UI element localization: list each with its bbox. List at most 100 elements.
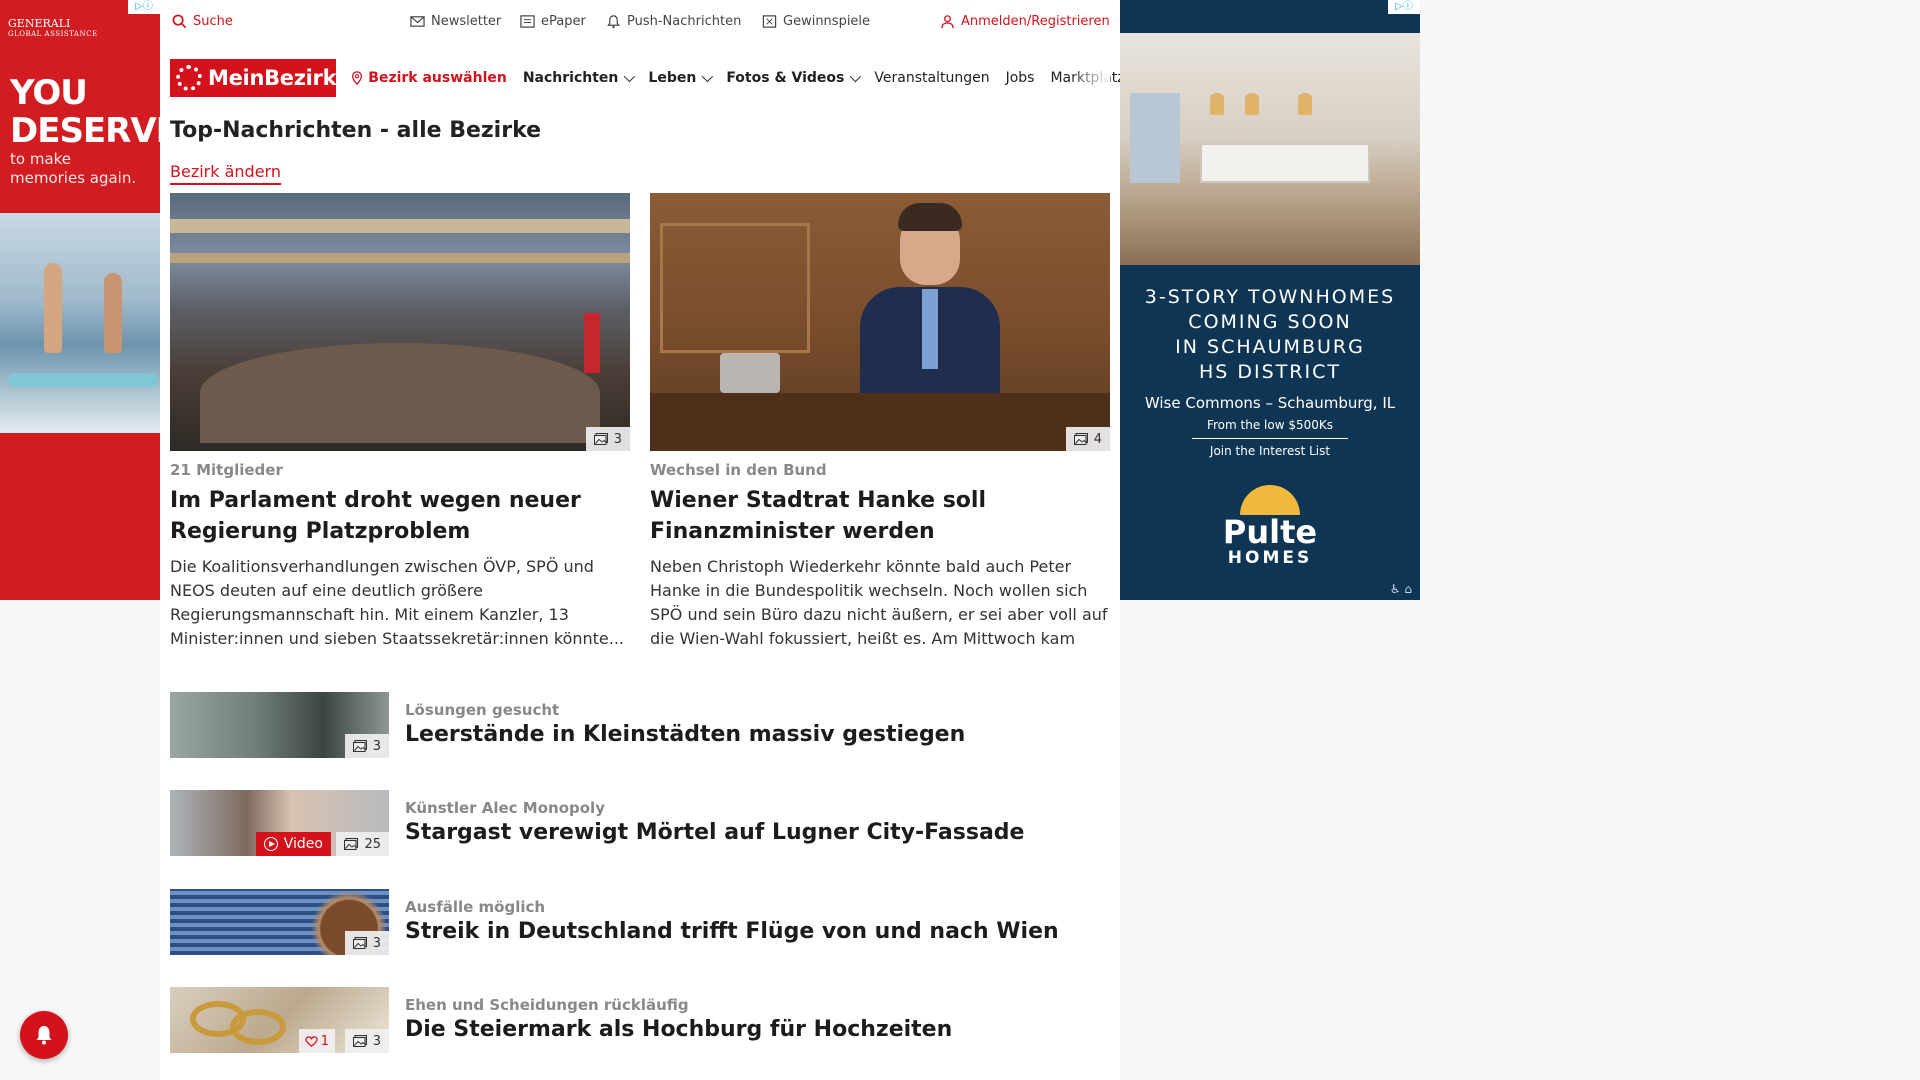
list-article[interactable]: 1 3 Ehen und Scheidungen rückläufig Die … [170, 987, 1110, 1053]
nav-jobs-label: Jobs [1005, 70, 1035, 86]
nav-leben[interactable]: Leben [648, 70, 714, 86]
ad-paddleboard [8, 373, 158, 387]
location-pin-icon [352, 71, 363, 86]
ad-headline-line-2: DESERVE [10, 111, 160, 151]
ad-headline: 3-STORY TOWNHOMES COMING SOON IN SCHAUMB… [1120, 285, 1420, 385]
newsletter-label: Newsletter [431, 14, 502, 29]
nav-nachrichten[interactable]: Nachrichten [523, 70, 636, 86]
top-article-card[interactable]: 4 Wechsel in den Bund Wiener Stadtrat Ha… [650, 193, 1110, 651]
article-headline[interactable]: Stargast verewigt Mörtel auf Lugner City… [405, 820, 1024, 845]
list-article[interactable]: Video 25 Künstler Alec Monopoly Stargast… [170, 790, 1110, 856]
ad-line-3: IN SCHAUMBURG [1175, 336, 1365, 358]
login-label: Anmelden/Registrieren [961, 14, 1110, 29]
ad-person-2 [104, 273, 122, 353]
ad-pendant-lamp [1210, 93, 1224, 115]
photo-count: 25 [364, 836, 381, 852]
chevron-down-icon [624, 70, 636, 83]
games-link[interactable]: Gewinnspiele [762, 14, 870, 29]
parliament-floor [200, 343, 600, 443]
top-article-card[interactable]: 3 21 Mitglieder Im Parlament droht wegen… [170, 193, 630, 651]
photo-count: 3 [372, 935, 381, 951]
nav-fotos-videos-label: Fotos & Videos [726, 70, 845, 86]
accessibility-housing-icons: ♿ ⌂ [1389, 582, 1412, 596]
search-label: Suche [193, 14, 233, 29]
nav-veranstaltungen[interactable]: Veranstaltungen [874, 70, 989, 86]
chevron-down-icon [850, 70, 862, 83]
bell-icon [607, 15, 620, 29]
nav-fotos-videos[interactable]: Fotos & Videos [726, 70, 862, 86]
ad-line-4: HS DISTRICT [1199, 361, 1341, 383]
article-headline[interactable]: Die Steiermark als Hochburg für Hochzeit… [405, 1017, 952, 1042]
article-thumbnail[interactable]: 3 [170, 889, 389, 955]
article-thumbnail[interactable]: 3 [170, 692, 389, 758]
nav-fade-overlay [1070, 55, 1110, 101]
gallery-icon [593, 433, 608, 445]
nav-jobs[interactable]: Jobs [1006, 70, 1035, 86]
article-thumbnail[interactable]: 1 3 [170, 987, 389, 1053]
newsletter-link[interactable]: Newsletter [410, 14, 501, 29]
mail-icon [410, 16, 425, 27]
parliament-gallery [170, 219, 630, 233]
right-advertisement[interactable]: ▷ⓘ 3-STORY TOWNHOMES COMING SOON IN SCHA… [1120, 0, 1420, 600]
ad-cta[interactable]: Join the Interest List [1120, 444, 1420, 458]
epaper-link[interactable]: ePaper [520, 14, 586, 29]
district-selector-label: Bezirk auswählen [368, 70, 507, 86]
article-image[interactable]: 3 [170, 193, 630, 451]
bell-icon [36, 1026, 52, 1045]
district-selector[interactable]: Bezirk auswählen [350, 70, 507, 86]
nav-leben-label: Leben [648, 70, 697, 86]
ad-pendant-lamp [1298, 93, 1312, 115]
article-kicker: Wechsel in den Bund [650, 461, 827, 479]
ad-choices-icon[interactable]: ▷ⓘ [128, 0, 160, 14]
ad-window [1130, 93, 1180, 183]
photo-count-badge: 4 [1065, 427, 1110, 451]
page-title: Top-Nachrichten - alle Bezirke [170, 118, 542, 143]
site-logo[interactable]: MeinBezirk [170, 59, 337, 97]
ad-divider [1192, 438, 1348, 439]
wood-panel [660, 223, 810, 353]
notification-bell-button[interactable] [20, 1011, 68, 1059]
speaker-tie [922, 289, 938, 369]
photo-count: 3 [372, 1033, 381, 1049]
photo-count: 3 [613, 431, 622, 447]
ad-top-bar [1120, 0, 1420, 33]
user-icon [941, 15, 954, 29]
main-navigation: MeinBezirk Bezirk auswählen Nachrichten … [170, 55, 1125, 101]
ad-subline: to make memories again. [10, 150, 136, 188]
article-headline[interactable]: Im Parlament droht wegen neuer Regierung… [170, 485, 630, 547]
video-label: Video [283, 836, 323, 852]
parliament-gallery-lower [170, 253, 630, 263]
epaper-label: ePaper [541, 14, 586, 29]
water-glasses [720, 353, 780, 393]
wedding-ring [230, 1009, 286, 1045]
list-article[interactable]: 3 Lösungen gesucht Leerstände in Kleinst… [170, 692, 1110, 758]
article-headline[interactable]: Streik in Deutschland trifft Flüge von u… [405, 919, 1059, 944]
logo-text: MeinBezirk [208, 66, 337, 90]
gallery-icon [352, 740, 367, 752]
chevron-down-icon [702, 70, 714, 83]
prize-icon [762, 15, 777, 28]
ad-price: From the low $500Ks [1206, 418, 1334, 432]
article-headline[interactable]: Wiener Stadtrat Hanke soll Finanzministe… [650, 485, 1110, 547]
main-content: Suche Newsletter ePaper Push-Nachrichten… [160, 0, 1125, 1080]
article-image[interactable]: 4 [650, 193, 1110, 451]
parliament-flag [584, 313, 600, 373]
ad-kitchen-island [1200, 143, 1370, 183]
ad-choices-icon[interactable]: ▷ⓘ [1388, 0, 1420, 14]
heart-icon [305, 1035, 318, 1047]
article-kicker: 21 Mitglieder [170, 461, 283, 479]
push-link[interactable]: Push-Nachrichten [606, 14, 741, 29]
change-district-link[interactable]: Bezirk ändern [170, 162, 281, 185]
ad-person-1 [44, 263, 62, 353]
photo-count-badge: 3 [585, 427, 630, 451]
gallery-icon [352, 1035, 367, 1047]
likes-badge[interactable]: 1 [298, 1029, 335, 1053]
left-advertisement[interactable]: ▷ⓘ GENERALI GLOBAL ASSISTANCE YOU DESERV… [0, 0, 160, 600]
article-thumbnail[interactable]: Video 25 [170, 790, 389, 856]
article-headline[interactable]: Leerstände in Kleinstädten massiv gestie… [405, 722, 965, 747]
search-link[interactable]: Suche [172, 14, 233, 29]
gallery-icon [344, 838, 359, 850]
list-article[interactable]: 3 Ausfälle möglich Streik in Deutschland… [170, 889, 1110, 955]
login-link[interactable]: Anmelden/Registrieren [940, 14, 1110, 29]
search-icon [172, 14, 187, 29]
